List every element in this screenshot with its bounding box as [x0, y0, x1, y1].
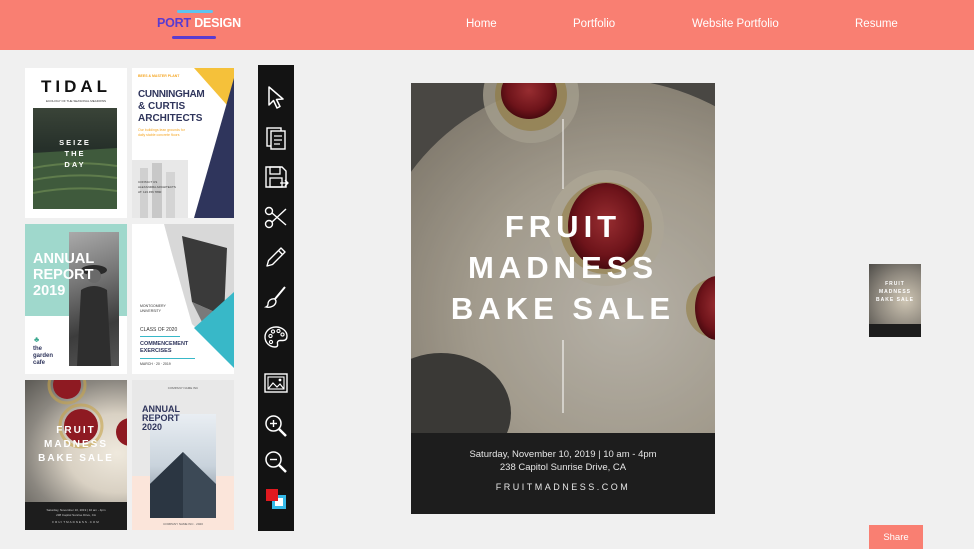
logo-text-design: DESIGN — [194, 16, 241, 30]
scissors-icon[interactable] — [262, 203, 290, 231]
tidal-photo: SEIZE THE DAY — [33, 108, 117, 209]
zoom-out-icon[interactable] — [262, 448, 290, 476]
annual2020-line-3: 2020 — [142, 422, 163, 432]
fruit-thumb-photo: FRUIT MADNESS BAKE SALE — [25, 380, 127, 502]
port-design-logo[interactable]: PORT DESIGN — [157, 10, 241, 40]
page-preview-thumbnail[interactable]: FRUIT MADNESS BAKE SALE — [869, 264, 921, 337]
poster-photo: FRUIT MADNESS BAKE SALE — [411, 83, 715, 433]
template-architects[interactable]: BEES & MASTER PLANT CUNNINGHAM & CURTIS … — [132, 68, 234, 218]
zoom-in-icon[interactable] — [262, 412, 290, 440]
logo-top-bar — [177, 10, 213, 13]
tidal-fields-graphic — [33, 148, 117, 209]
commencement-class: CLASS OF 2020 — [140, 327, 178, 333]
template-commencement[interactable]: MONTGOMERY UNIVERSITY CLASS OF 2020 COMM… — [132, 224, 234, 374]
template-tidal[interactable]: TIDAL ECOLOGY OF THE SEASONAL MEADOWS SE… — [25, 68, 127, 218]
poster-address: 238 Capitol Sunrise Drive, CA — [499, 462, 627, 473]
fruit-thumb-url: FRUITMADNESS.COM — [52, 520, 100, 524]
poster-canvas[interactable]: FRUIT MADNESS BAKE SALE Saturday, Novemb… — [411, 83, 715, 514]
nav-link-website-portfolio[interactable]: Website Portfolio — [692, 18, 779, 30]
save-icon[interactable] — [262, 163, 290, 191]
poster-title-line-2: MADNESS — [467, 250, 658, 285]
architects-line-1: CUNNINGHAM — [138, 89, 205, 100]
annual2019-brand-1: the — [33, 346, 42, 352]
architects-sub-2: daily stable concrete floors — [138, 133, 180, 137]
image-icon[interactable] — [262, 369, 290, 397]
preview-line-3: BAKE SALE — [876, 297, 914, 303]
commencement-uni-1: MONTGOMERY — [140, 304, 166, 308]
fruit-thumb-addr: 238 Capitol Sunrise Drive, CA — [56, 513, 96, 517]
commencement-divider — [140, 336, 180, 337]
architects-contact-3: AT: 123 456 7890 — [138, 190, 162, 194]
fruit-thumb-line-2: MADNESS — [43, 439, 108, 450]
architects-contact-2: ALEXANDRA ARCHITECTS — [138, 185, 176, 189]
tidal-line-3: DAY — [64, 160, 86, 169]
logo-bottom-bar — [172, 36, 216, 39]
annual2019-line-2: REPORT — [33, 267, 94, 283]
annual2019-line-1: ANNUAL — [33, 251, 95, 267]
tidal-subtitle: ECOLOGY OF THE SEASONAL MEADOWS — [45, 99, 107, 103]
nav-link-portfolio[interactable]: Portfolio — [573, 18, 615, 30]
annual2020-bottom: COMPANY NAME INC · 2020 — [163, 522, 203, 526]
pencil-icon[interactable] — [262, 243, 290, 271]
select-arrow-icon[interactable] — [262, 83, 290, 111]
architects-contact-1: CONTACT US — [138, 180, 158, 184]
logo-text-port: PORT — [157, 16, 191, 30]
document-icon[interactable] — [262, 123, 290, 151]
poster-website: FRUITMADNESS.COM — [495, 482, 631, 492]
commencement-line-1: COMMENCEMENT — [140, 341, 189, 347]
palette-icon[interactable] — [262, 323, 290, 351]
architects-sub-1: Our buildings lean grounds for — [138, 128, 185, 132]
annual2019-line-3: 2019 — [33, 283, 66, 299]
commencement-date: MARCH · 20 · 2019 — [140, 362, 171, 366]
share-button[interactable]: Share — [869, 525, 923, 549]
tidal-line-1: SEIZE — [59, 138, 91, 147]
color-swatch-icon[interactable] — [262, 485, 290, 513]
logo-text: PORT DESIGN — [157, 16, 241, 30]
annual2019-brand-2: garden — [33, 353, 54, 359]
brush-icon[interactable] — [262, 283, 290, 311]
fruit-thumb-date: Saturday, November 10, 2019 | 10 am - 4p… — [46, 508, 106, 512]
nav-link-resume[interactable]: Resume — [855, 18, 898, 30]
poster-title-line-1: FRUIT — [504, 209, 622, 244]
poster-date: Saturday, November 10, 2019 | 10 am - 4p… — [469, 449, 657, 460]
tool-palette — [258, 65, 294, 531]
poster-title-line-3: BAKE SALE — [450, 291, 676, 326]
commencement-divider-2 — [140, 358, 195, 359]
architects-tag: BEES & MASTER PLANT — [138, 74, 180, 78]
tidal-line-2: THE — [64, 149, 86, 158]
preview-line-2: MADNESS — [878, 289, 911, 295]
leaf-icon: ♣ — [34, 335, 40, 344]
tidal-title: TIDAL — [40, 77, 112, 96]
template-fruit-madness[interactable]: FRUIT MADNESS BAKE SALE Saturday, Novemb… — [25, 380, 127, 530]
top-nav-bar: PORT DESIGN Home Portfolio Website Portf… — [0, 0, 974, 50]
fruit-thumb-line-1: FRUIT — [56, 425, 96, 436]
commencement-uni-2: UNIVERSITY — [140, 309, 162, 313]
architects-line-2: & CURTIS — [138, 101, 186, 112]
nav-link-home[interactable]: Home — [466, 18, 497, 30]
template-annual-report-2020[interactable]: COMPANY NAME INC ANNUAL REPORT 2020 COMP… — [132, 380, 234, 530]
preview-line-1: FRUIT — [885, 281, 905, 287]
template-annual-report-2019[interactable]: ANNUAL REPORT 2019 ♣ the garden cafe — [25, 224, 127, 374]
fruit-thumb-line-3: BAKE SALE — [38, 453, 114, 464]
architects-line-3: ARCHITECTS — [138, 113, 203, 124]
annual2019-brand-3: cafe — [33, 360, 46, 366]
commencement-line-2: EXERCISES — [140, 348, 172, 354]
annual2020-top: COMPANY NAME INC — [167, 386, 199, 390]
